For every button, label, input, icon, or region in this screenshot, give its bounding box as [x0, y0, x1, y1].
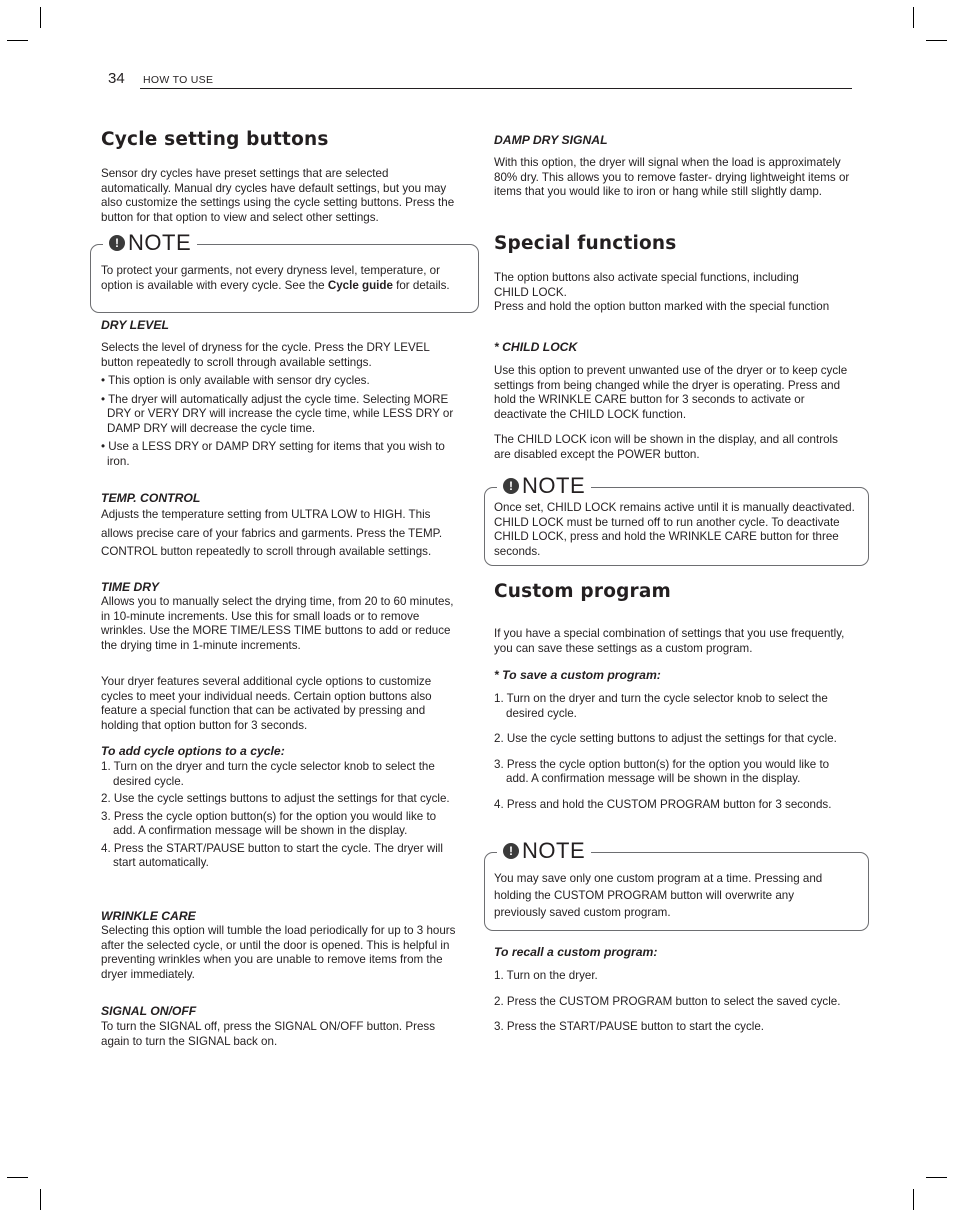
step-item: 1. Turn on the dryer.	[494, 969, 598, 982]
save-custom-steps: 1. Turn on the dryer and turn the cycle …	[494, 692, 854, 812]
custom-program-intro: If you have a special combination of set…	[494, 627, 845, 655]
child-lock-heading: * CHILD LOCK	[494, 340, 578, 354]
note-heading: ! NOTE	[497, 473, 592, 498]
dry-level-text: Selects the level of dryness for the cyc…	[101, 341, 430, 369]
dry-level-bullet: • Use a LESS DRY or DAMP DRY setting for…	[101, 440, 445, 468]
special-text-2: Press and hold the option button marked …	[494, 300, 830, 313]
damp-dry-heading: DAMP DRY SIGNAL	[494, 133, 608, 147]
step-item: 2. Use the cycle settings buttons to adj…	[101, 792, 450, 805]
cycle-setting-title: Cycle setting buttons	[101, 129, 329, 150]
crop-mark	[926, 40, 947, 41]
step-item: 1. Turn on the dryer and turn the cycle …	[494, 692, 828, 720]
note-label: NOTE	[522, 473, 586, 498]
step-item: 1. Turn on the dryer and turn the cycle …	[101, 760, 435, 788]
exclamation-icon: !	[109, 235, 125, 251]
step-item: 4. Press and hold the CUSTOM PROGRAM but…	[494, 797, 832, 811]
note-box-cycle-guide: ! NOTE To protect your garments, not eve…	[90, 230, 479, 313]
crop-mark	[7, 1177, 28, 1178]
damp-dry-text: With this option, the dryer will signal …	[494, 156, 850, 198]
dry-level-bullet: • This option is only available with sen…	[101, 374, 370, 387]
note-heading: ! NOTE	[497, 838, 592, 863]
wrinkle-care-heading: WRINKLE CARE	[101, 909, 196, 923]
dry-level-bullet: • The dryer will automatically adjust th…	[101, 392, 454, 435]
crop-mark	[926, 1177, 947, 1178]
step-item: 2. Press the CUSTOM PROGRAM button to se…	[494, 994, 841, 1008]
step-item: 3. Press the START/PAUSE button to start…	[494, 1020, 764, 1033]
cycle-guide-link: Cycle guide	[327, 278, 393, 292]
step-item: 4. Press the START/PAUSE button to start…	[101, 841, 443, 870]
child-lock-text-1: Use this option to prevent unwanted use …	[494, 364, 848, 421]
recall-custom-heading: To recall a custom program:	[494, 945, 658, 959]
note-label: NOTE	[522, 838, 586, 863]
step-item: 2. Use the cycle setting buttons to adju…	[494, 732, 837, 745]
step-item: 3. Press the cycle option button(s) for …	[494, 757, 830, 786]
note-heading: ! NOTE	[103, 230, 198, 255]
child-lock-text-2: The CHILD LOCK icon will be shown in the…	[494, 433, 838, 461]
dry-level-section: Selects the level of dryness for the cyc…	[101, 341, 457, 473]
add-options-heading: To add cycle options to a cycle:	[101, 744, 285, 758]
signal-heading: SIGNAL ON/OFF	[101, 1004, 197, 1018]
time-dry-text: Allows you to manually select the drying…	[101, 595, 454, 652]
temp-control-heading: TEMP. CONTROL	[101, 491, 201, 505]
note-label: NOTE	[128, 230, 192, 255]
crop-mark	[40, 7, 41, 28]
custom-program-title: Custom program	[494, 581, 672, 602]
crop-mark	[913, 7, 914, 28]
step-item: 3. Press the cycle option button(s) for …	[101, 809, 437, 838]
note-text: You may save only one custom program at …	[494, 872, 823, 919]
recall-steps: 1. Turn on the dryer. 2. Press the CUSTO…	[494, 969, 854, 1035]
note-box-child-lock: ! NOTE Once set, CHILD LOCK remains acti…	[484, 473, 869, 566]
note-text: To protect your garments, not every dryn…	[101, 264, 450, 292]
temp-control-text: Adjusts the temperature setting from ULT…	[101, 508, 443, 558]
signal-text: To turn the SIGNAL off, press the SIGNAL…	[101, 1020, 435, 1048]
add-options-steps: 1. Turn on the dryer and turn the cycle …	[101, 760, 461, 871]
note-text: Once set, CHILD LOCK remains active unti…	[494, 501, 855, 558]
exclamation-icon: !	[503, 843, 519, 859]
special-functions-text: The option buttons also activate special…	[494, 271, 834, 315]
special-functions-title: Special functions	[494, 233, 677, 254]
options-intro: Your dryer features several additional c…	[101, 675, 432, 732]
exclamation-icon: !	[503, 478, 519, 494]
note-box-custom-program: ! NOTE You may save only one custom prog…	[484, 838, 869, 931]
header-rule	[140, 88, 852, 89]
save-custom-heading: * To save a custom program:	[494, 668, 661, 682]
wrinkle-care-text: Selecting this option will tumble the lo…	[101, 924, 456, 981]
special-text-1: The option buttons also activate special…	[494, 271, 799, 299]
crop-mark	[913, 1189, 914, 1210]
time-dry-heading: TIME DRY	[101, 580, 160, 594]
cycle-setting-intro: Sensor dry cycles have preset settings t…	[101, 167, 455, 224]
page-number: 34	[108, 70, 125, 87]
section-title: HOW TO USE	[143, 74, 214, 86]
crop-mark	[7, 40, 28, 41]
crop-mark	[40, 1189, 41, 1210]
dry-level-heading: DRY LEVEL	[101, 318, 169, 332]
